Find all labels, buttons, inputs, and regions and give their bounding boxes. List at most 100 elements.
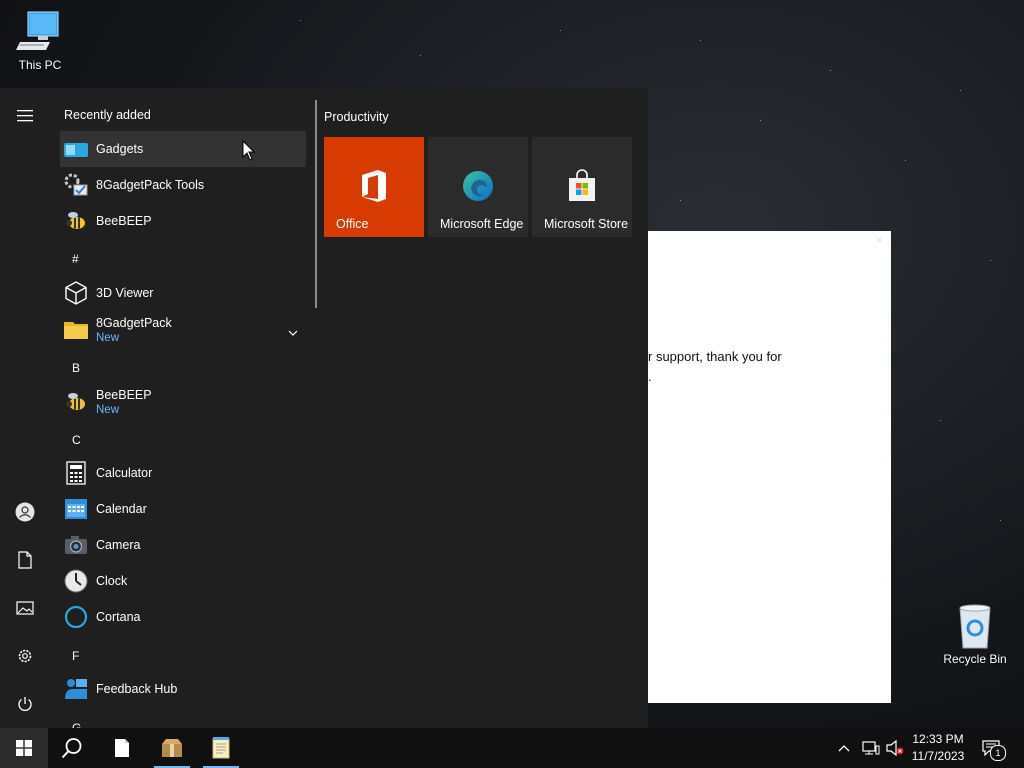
power-icon xyxy=(18,697,32,711)
show-hidden-icons-button[interactable] xyxy=(838,728,850,768)
section-header-hash[interactable]: # xyxy=(72,252,79,266)
windows-logo-icon xyxy=(16,740,32,756)
calculator-icon xyxy=(64,461,88,485)
app-item-camera[interactable]: Camera xyxy=(60,527,306,563)
this-pc-desktop-icon[interactable]: This PC xyxy=(0,8,80,72)
start-button[interactable] xyxy=(0,728,48,768)
clock-time: 12:33 PM xyxy=(912,732,964,746)
documents-button[interactable] xyxy=(9,544,41,576)
app-item-label: 3D Viewer xyxy=(96,286,154,300)
store-bag-icon xyxy=(566,169,598,203)
app-item-cortana[interactable]: Cortana xyxy=(60,599,306,635)
tile-microsoft-edge[interactable]: Microsoft Edge xyxy=(428,137,528,237)
search-icon xyxy=(61,738,82,759)
volume-muted-icon xyxy=(886,740,904,756)
app-list[interactable]: Recently added Gadgets 8GadgetPack Tools… xyxy=(60,88,310,728)
bee-icon xyxy=(64,209,88,233)
power-button[interactable] xyxy=(9,688,41,720)
user-account-button[interactable] xyxy=(9,496,41,528)
app-item-3d-viewer[interactable]: 3D Viewer xyxy=(60,275,306,311)
window-close-button[interactable]: × xyxy=(876,233,883,247)
recycle-bin-desktop-icon[interactable]: Recycle Bin xyxy=(935,602,1015,666)
section-header-b[interactable]: B xyxy=(72,361,80,375)
feedback-hub-icon xyxy=(64,677,88,701)
app-item-label: Gadgets xyxy=(96,142,144,156)
app-item-8gadgetpack-folder[interactable]: 8GadgetPack New xyxy=(60,311,306,349)
edge-icon xyxy=(462,169,494,203)
taskbar-notepad-app[interactable] xyxy=(197,728,245,768)
app-item-beebeep-recent[interactable]: BeeBEEP xyxy=(60,203,306,239)
app-item-label: 8GadgetPack xyxy=(96,316,172,330)
app-item-label: Calendar xyxy=(96,502,147,516)
notification-count-badge: 1 xyxy=(990,745,1006,761)
section-header-f[interactable]: F xyxy=(72,649,79,663)
app-item-calculator[interactable]: Calculator xyxy=(60,455,306,491)
new-badge: New xyxy=(96,404,120,416)
recycle-bin-label: Recycle Bin xyxy=(943,652,1007,666)
settings-button[interactable] xyxy=(9,640,41,672)
expand-menu-button[interactable] xyxy=(9,100,41,132)
tile-label: Office xyxy=(336,217,369,231)
app-list-scrollbar[interactable] xyxy=(315,100,317,308)
app-item-8gadgetpack-tools[interactable]: 8GadgetPack Tools xyxy=(60,167,306,203)
tile-office[interactable]: Office xyxy=(324,137,424,237)
background-window[interactable]: × r support, thank you for . xyxy=(648,231,891,703)
app-item-label: BeeBEEP xyxy=(96,388,152,402)
tile-microsoft-store[interactable]: Microsoft Store xyxy=(532,137,632,237)
app-item-clock[interactable]: Clock xyxy=(60,563,306,599)
recycle-bin-icon xyxy=(951,602,999,650)
action-center-button[interactable]: 1 xyxy=(982,728,1006,768)
cortana-icon xyxy=(64,605,88,629)
clock-icon xyxy=(64,569,88,593)
taskbar-installer-app[interactable] xyxy=(148,728,196,768)
app-item-calendar[interactable]: Calendar xyxy=(60,491,306,527)
app-item-gadgets[interactable]: Gadgets xyxy=(60,131,306,167)
tile-label: Microsoft Store xyxy=(544,217,629,231)
taskbar-file-app[interactable] xyxy=(98,728,146,768)
clock-date: 11/7/2023 xyxy=(911,749,965,763)
app-item-label: Clock xyxy=(96,574,128,588)
taskbar: 12:33 PM 11/7/2023 1 xyxy=(0,728,1024,768)
start-menu: Recently added Gadgets 8GadgetPack Tools… xyxy=(0,88,648,728)
gear-icon xyxy=(18,649,32,663)
chevron-down-icon[interactable] xyxy=(288,323,298,341)
taskbar-clock[interactable]: 12:33 PM 11/7/2023 xyxy=(906,731,970,765)
document-icon xyxy=(18,551,32,569)
gadgets-icon xyxy=(64,137,88,161)
this-pc-label: This PC xyxy=(18,58,62,72)
picture-icon xyxy=(16,601,34,615)
app-item-beebeep[interactable]: BeeBEEP New xyxy=(60,383,306,421)
network-tray-button[interactable] xyxy=(862,728,880,768)
mouse-cursor-icon xyxy=(242,140,256,161)
package-box-icon xyxy=(162,739,182,757)
computer-icon xyxy=(16,8,64,56)
cube-icon xyxy=(64,281,88,305)
app-item-label: BeeBEEP xyxy=(96,214,152,228)
gadget-tools-icon xyxy=(64,173,88,197)
window-text-line: . xyxy=(648,369,652,384)
network-icon xyxy=(862,741,880,755)
chevron-up-icon xyxy=(838,745,850,752)
blank-file-icon xyxy=(115,739,129,757)
section-header-c[interactable]: C xyxy=(72,433,81,447)
volume-tray-button[interactable] xyxy=(886,728,904,768)
notepad-icon xyxy=(212,737,230,759)
camera-icon xyxy=(64,533,88,557)
bee-icon xyxy=(64,390,88,414)
office-icon xyxy=(358,169,390,203)
app-item-label: Feedback Hub xyxy=(96,682,178,696)
tile-label: Microsoft Edge xyxy=(440,217,524,231)
section-header-g[interactable]: G xyxy=(72,721,81,728)
hamburger-icon xyxy=(17,110,33,122)
app-item-label: Camera xyxy=(96,538,141,552)
pictures-button[interactable] xyxy=(9,592,41,624)
tile-group-title[interactable]: Productivity xyxy=(324,110,389,124)
folder-icon xyxy=(64,318,88,342)
app-item-feedback-hub[interactable]: Feedback Hub xyxy=(60,671,306,707)
recently-added-header: Recently added xyxy=(64,108,151,122)
search-button[interactable] xyxy=(48,728,96,768)
app-item-label: Cortana xyxy=(96,610,141,624)
start-menu-rail xyxy=(0,88,50,728)
window-text-line: r support, thank you for xyxy=(648,349,782,364)
user-icon xyxy=(15,502,35,522)
